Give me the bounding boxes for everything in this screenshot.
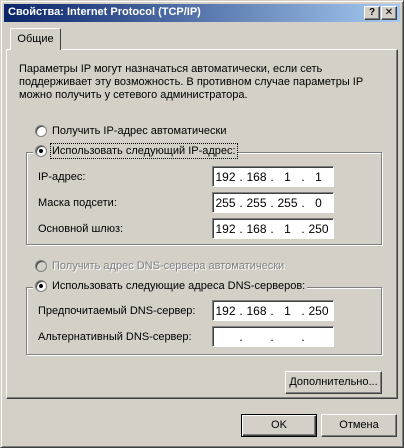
octet: 1 [315,169,322,184]
octet: 168 [246,169,267,184]
alternate-dns-input[interactable]: . . . [212,326,334,347]
radio-ip-auto[interactable]: Получить IP-адрес автоматически [35,125,226,137]
ip-address-input[interactable]: 192. 168. 1. 1 [212,166,334,187]
octet-separator: . [301,329,305,344]
octet: 255 [277,195,298,210]
radio-ip-manual-label: Использовать следующий IP-адрес: [50,143,238,159]
radio-button-checked-icon [35,145,47,157]
preferred-dns-label: Предпочитаемый DNS-сервер: [38,305,196,317]
octet: 1 [284,221,291,236]
radio-button-icon [35,125,47,137]
octet: 0 [315,195,322,210]
window-title: Свойства: Internet Protocol (TCP/IP) [8,6,201,18]
octet: 250 [308,303,329,318]
octet: 192 [215,169,236,184]
octet-separator: . [270,329,274,344]
default-gateway-label: Основной шлюз: [38,223,124,235]
octet: 255 [246,195,267,210]
tab-general[interactable]: Общие [10,28,61,50]
advanced-button[interactable]: Дополнительно... [285,371,382,394]
octet: 192 [215,221,236,236]
radio-ip-manual[interactable]: Использовать следующий IP-адрес: [33,143,238,159]
cancel-button[interactable]: Отмена [321,414,397,437]
help-button[interactable]: ? [364,6,380,20]
title-bar[interactable]: Свойства: Internet Protocol (TCP/IP) ? ✕ [4,4,400,22]
octet: 168 [246,221,267,236]
ok-button[interactable]: OK [241,414,317,437]
ip-address-label: IP-адрес: [38,171,86,183]
close-button[interactable]: ✕ [381,6,397,20]
octet: 192 [215,303,236,318]
octet: 168 [246,303,267,318]
octet-separator: . [239,329,243,344]
radio-ip-auto-label: Получить IP-адрес автоматически [52,125,227,137]
radio-button-disabled-icon [35,260,47,272]
radio-dns-auto-label: Получить адрес DNS-сервера автоматически [52,260,285,272]
octet: 255 [215,195,236,210]
subnet-mask-label: Маска подсети: [38,197,117,209]
radio-dns-manual[interactable]: Использовать следующие адреса DNS-сервер… [33,280,308,292]
radio-button-checked-icon [35,280,47,292]
radio-dns-manual-label: Использовать следующие адреса DNS-сервер… [52,280,306,292]
alternate-dns-label: Альтернативный DNS-сервер: [38,331,192,343]
subnet-mask-input[interactable]: 255. 255. 255. 0 [212,192,334,213]
preferred-dns-input[interactable]: 192. 168. 1. 250 [212,300,334,321]
description-text: Параметры IP могут назначаться автоматич… [19,63,363,101]
octet: 1 [284,169,291,184]
dialog-window: Свойства: Internet Protocol (TCP/IP) ? ✕… [0,0,404,448]
octet: 250 [308,221,329,236]
radio-dns-auto[interactable]: Получить адрес DNS-сервера автоматически [35,260,284,272]
default-gateway-input[interactable]: 192. 168. 1. 250 [212,218,334,239]
octet: 1 [284,303,291,318]
